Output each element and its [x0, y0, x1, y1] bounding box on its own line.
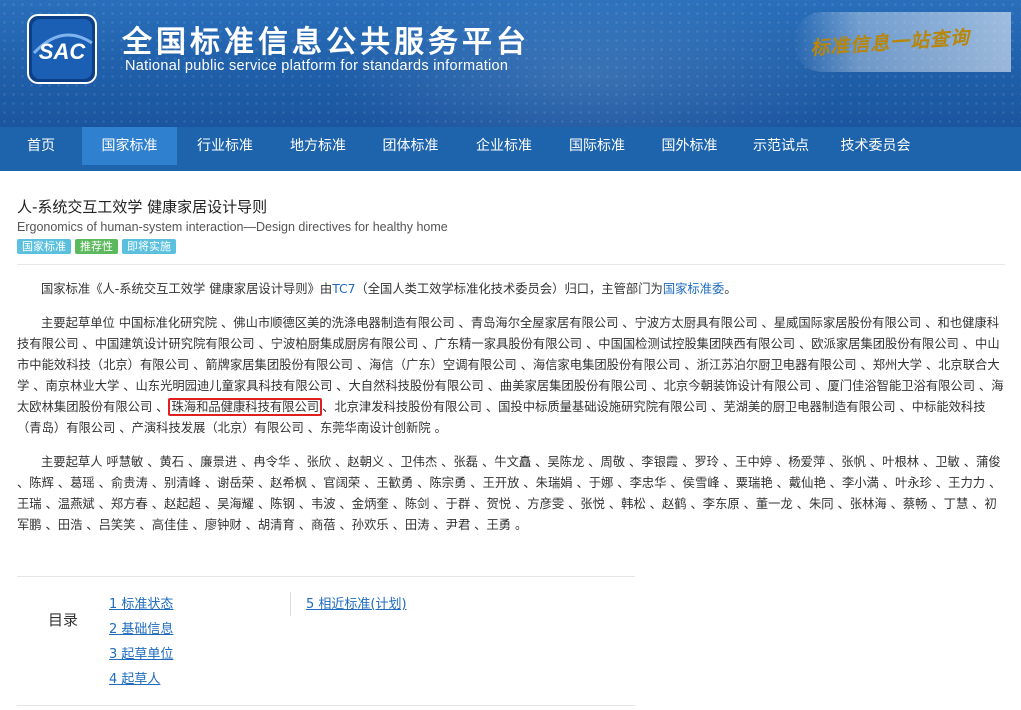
standard-title: 人-系统交互工效学 健康家居设计导则	[17, 198, 268, 216]
site-title-en: National public service platform for sta…	[125, 58, 509, 74]
main-nav: 首页 国家标准 行业标准 地方标准 团体标准 企业标准 国际标准 国外标准 示范…	[0, 127, 1021, 165]
nav-group-standards[interactable]: 团体标准	[363, 127, 458, 165]
toc-link-drafters[interactable]: 4 起草人	[109, 667, 173, 692]
section-divider	[17, 264, 1005, 265]
nav-underline	[0, 165, 1021, 171]
standard-english-title: Ergonomics of human-system interaction—D…	[17, 220, 448, 234]
nav-home[interactable]: 首页	[0, 127, 82, 165]
nav-tech-committees[interactable]: 技术委员会	[827, 127, 924, 165]
toc-column-2: 5 相近标准(计划)	[290, 592, 408, 616]
department-link[interactable]: 国家标准委	[663, 282, 725, 296]
badge-upcoming: 即将实施	[122, 239, 176, 254]
nav-international-standards[interactable]: 国际标准	[550, 127, 644, 165]
badge-recommended: 推荐性	[75, 239, 118, 254]
drafters-paragraph: 主要起草人 呼慧敏 、黄石 、廉景进 、冉令华 、张欣 、赵朝义 、卫伟杰 、张…	[17, 455, 1002, 532]
badge-national-standard: 国家标准	[17, 239, 71, 254]
drafting-units-paragraph: 主要起草单位 中国标准化研究院 、佛山市顺德区美的洗涤电器制造有限公司 、青岛海…	[17, 313, 1005, 439]
standard-detail: 人-系统交互工效学 健康家居设计导则 Ergonomics of human-s…	[17, 196, 1005, 536]
intro-suffix: 。	[724, 282, 737, 296]
nav-industry-standards[interactable]: 行业标准	[177, 127, 273, 165]
highlighted-drafting-unit: 珠海和品健康科技有限公司	[168, 398, 323, 416]
toc-column-1: 1 标准状态 2 基础信息 3 起草单位 4 起草人	[109, 592, 173, 692]
logo-text: SAC	[39, 39, 87, 64]
site-header: SAC 全国标准信息公共服务平台 National public service…	[0, 0, 1021, 127]
nav-enterprise-standards[interactable]: 企业标准	[458, 127, 550, 165]
toc-link-drafting-units[interactable]: 3 起草单位	[109, 642, 173, 667]
toc-link-status[interactable]: 1 标准状态	[109, 592, 173, 617]
nav-foreign-standards[interactable]: 国外标准	[644, 127, 735, 165]
intro-middle: （全国人类工效学标准化技术委员会）归口，主管部门为	[355, 282, 663, 296]
toc-label: 目录	[48, 611, 79, 629]
nav-national-standards[interactable]: 国家标准	[82, 127, 177, 165]
table-of-contents: 目录 1 标准状态 2 基础信息 3 起草单位 4 起草人 5 相近标准(计划)	[17, 576, 635, 706]
nav-demo-pilots[interactable]: 示范试点	[735, 127, 827, 165]
intro-paragraph: 国家标准《人-系统交互工效学 健康家居设计导则》由TC7（全国人类工效学标准化技…	[17, 279, 1005, 300]
site-title-cn: 全国标准信息公共服务平台	[122, 25, 530, 60]
badge-row: 国家标准 推荐性 即将实施	[17, 239, 1005, 254]
toc-link-basic-info[interactable]: 2 基础信息	[109, 617, 173, 642]
toc-link-similar-standards[interactable]: 5 相近标准(计划)	[290, 592, 407, 617]
tc-link[interactable]: TC7	[332, 282, 355, 296]
nav-local-standards[interactable]: 地方标准	[273, 127, 363, 165]
sac-logo[interactable]: SAC	[26, 13, 98, 85]
intro-prefix: 国家标准《人-系统交互工效学 健康家居设计导则》由	[41, 282, 333, 296]
